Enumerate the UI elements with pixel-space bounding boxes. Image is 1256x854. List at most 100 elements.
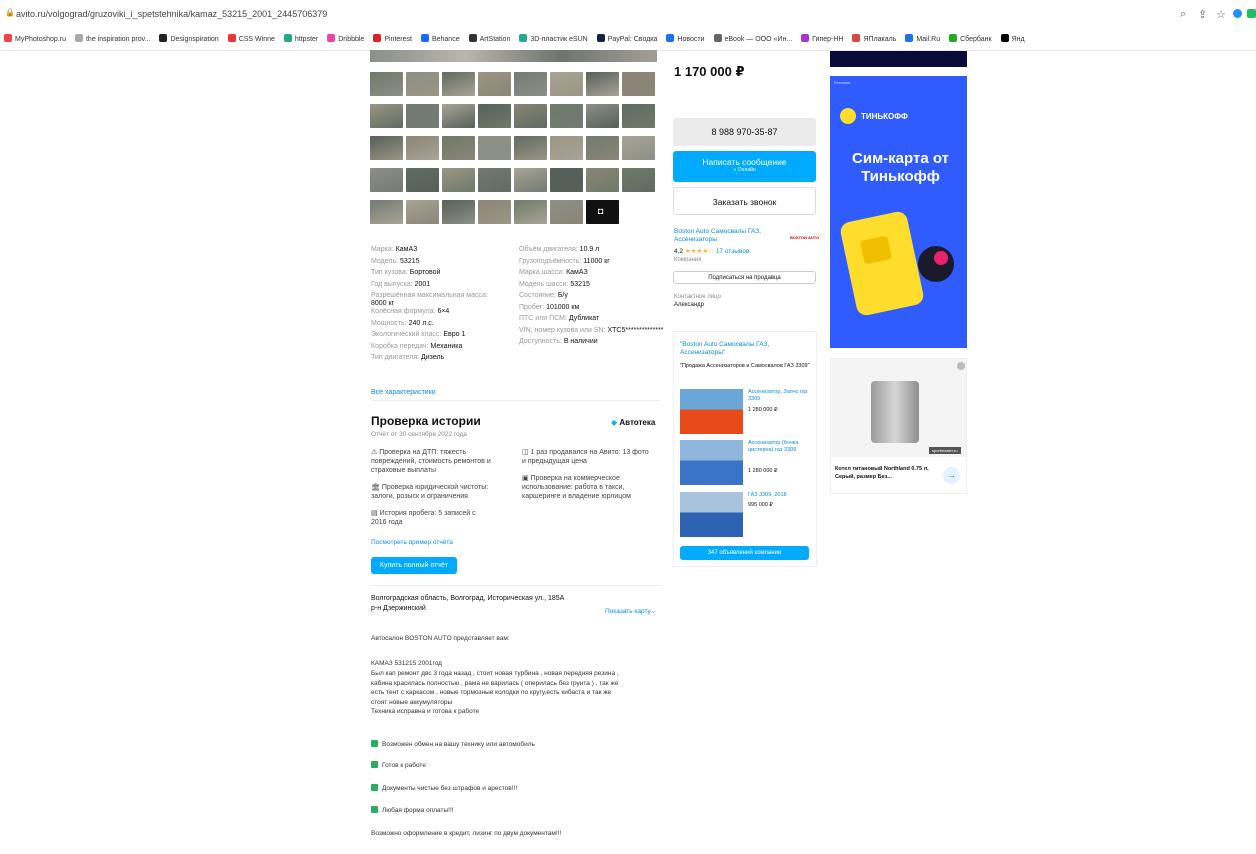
photo-thumbnail[interactable] (550, 104, 583, 128)
buy-report-button[interactable]: Купить полный отчёт (371, 557, 457, 574)
bookmark-item[interactable]: httpster (283, 30, 318, 50)
bookmark-item[interactable]: Новости (666, 30, 705, 50)
seller-ad-photo[interactable] (680, 440, 743, 485)
bookmark-item[interactable]: Pinterest (373, 30, 412, 50)
photo-thumbnail[interactable] (442, 72, 475, 96)
photo-thumbnail[interactable] (478, 72, 511, 96)
photo-thumbnail[interactable] (514, 136, 547, 160)
more-photos-button[interactable]: ◘ (586, 200, 619, 224)
photo-thumbnail[interactable] (514, 168, 547, 192)
subscribe-button[interactable]: Подписаться на продавца (673, 271, 816, 284)
photo-thumbnail[interactable] (370, 104, 403, 128)
photo-thumbnail[interactable] (550, 72, 583, 96)
extension-icon[interactable] (1233, 9, 1242, 18)
photo-thumbnail[interactable] (478, 200, 511, 224)
photo-thumbnail[interactable] (370, 168, 403, 192)
extension-icon[interactable] (1247, 9, 1256, 18)
seller-ad-title[interactable]: Ассенизатор, Запчс газ 3309 (748, 389, 810, 403)
order-call-button[interactable]: Заказать звонок (673, 187, 816, 215)
photo-thumbnail[interactable] (514, 200, 547, 224)
photo-thumbnail[interactable] (370, 136, 403, 160)
reviews-link[interactable]: 17 отзывов (716, 248, 750, 255)
bookmark-item[interactable]: PayPal: Сводка (596, 30, 657, 50)
bookmark-item[interactable]: Designspiration (159, 30, 219, 50)
photo-thumbnail[interactable] (406, 72, 439, 96)
bookmark-item[interactable]: the inspiration prov... (74, 30, 150, 50)
bookmark-label: MyPhotoshop.ru (15, 36, 66, 43)
photo-thumbnail[interactable] (514, 104, 547, 128)
photo-thumbnail[interactable] (370, 200, 403, 224)
bookmark-item[interactable]: Mail.Ru (905, 30, 940, 50)
photo-thumbnail[interactable] (442, 168, 475, 192)
photo-thumbnail[interactable] (622, 168, 655, 192)
photo-thumbnail[interactable] (478, 136, 511, 160)
ad-banner-top[interactable] (830, 51, 967, 67)
spec-value: 8000 кг (371, 300, 395, 307)
photo-thumbnail[interactable] (622, 72, 655, 96)
seller-ad-photo[interactable] (680, 389, 743, 434)
autoteka-logo: ◆ Автотека (611, 418, 655, 427)
bookmark-item[interactable]: ArtStation (468, 30, 510, 50)
bookmark-item[interactable]: ЯПлакаль (852, 30, 896, 50)
pot-icon (871, 381, 919, 443)
photo-thumbnail[interactable] (406, 168, 439, 192)
arrow-right-icon[interactable]: → (943, 467, 960, 484)
photo-thumbnail[interactable] (586, 72, 619, 96)
show-map-link[interactable]: Показать карту⌄ (605, 607, 656, 615)
bookmark-item[interactable]: Сбербанк (949, 30, 992, 50)
address-bar[interactable]: 🔒 avito.ru/volgograd/gruzoviki_i_spetste… (0, 0, 1256, 31)
bookmark-item[interactable]: Dribbble (327, 30, 364, 50)
photo-thumbnail[interactable] (514, 72, 547, 96)
tinkoff-ad[interactable]: Реклама ТИНЬКОФФ Сим-карта от Тинькофф (830, 76, 967, 348)
contact-label: Контактное лицо (674, 294, 721, 300)
photo-thumbnail[interactable] (550, 168, 583, 192)
photo-thumbnail[interactable] (622, 104, 655, 128)
bookmark-item[interactable]: MyPhotoshop.ru (4, 30, 66, 50)
bookmark-item[interactable]: eBook — ООО «Ин... (713, 30, 792, 50)
bookmark-item[interactable]: Behance (420, 30, 460, 50)
seller-ad-photo[interactable] (680, 492, 743, 537)
main-photo[interactable] (370, 50, 657, 62)
all-specs-link[interactable]: Все характеристики (371, 389, 436, 396)
phone-button[interactable]: 8 988 970-35-87 (673, 118, 816, 146)
example-report-link[interactable]: Посмотреть пример отчёта (371, 539, 453, 546)
photo-thumbnail[interactable] (370, 72, 403, 96)
bookmark-item[interactable]: Гипер-НН (801, 30, 843, 50)
photo-thumbnail[interactable] (586, 136, 619, 160)
photo-thumbnail[interactable] (406, 104, 439, 128)
seller-ads-title[interactable]: "Boston Auto Самосвалы ГАЗ, Ассенизаторы… (680, 341, 810, 357)
bookmark-item[interactable]: 3D-пластик eSUN (519, 30, 588, 50)
photo-thumbnail[interactable] (442, 136, 475, 160)
url-text[interactable]: avito.ru/volgograd/gruzoviki_i_spetstehn… (16, 9, 327, 19)
photo-thumbnail[interactable] (622, 136, 655, 160)
promo-site: sportmaster.ru (929, 447, 961, 454)
photo-thumbnail[interactable] (442, 104, 475, 128)
share-icon[interactable]: ⇪ (1198, 8, 1207, 21)
star-icon[interactable]: ☆ (1216, 8, 1226, 21)
promo-ad-card[interactable]: sportmaster.ru Котел титановый Northland… (830, 358, 967, 494)
write-message-button[interactable]: Написать сообщение ● Онлайн (673, 151, 816, 182)
seller-name-link[interactable]: Boston Auto Самосвалы ГАЗ, Ассенизаторы (674, 228, 784, 244)
seller-ad-title[interactable]: ГАЗ 3309, 2018 (748, 492, 810, 499)
spec-key: Колёсная формула: (371, 308, 436, 315)
photo-thumbnail[interactable] (586, 104, 619, 128)
photo-thumbnail[interactable] (478, 104, 511, 128)
photo-thumbnail[interactable] (442, 200, 475, 224)
bookmark-favicon-icon (159, 34, 168, 42)
photo-thumbnail[interactable] (406, 200, 439, 224)
photo-thumbnail[interactable] (478, 168, 511, 192)
photo-thumbnail[interactable] (550, 136, 583, 160)
seller-ad-title[interactable]: Ассенизатор (бочка цистерна) газ 3309 (748, 440, 810, 454)
info-icon[interactable] (957, 362, 965, 370)
bookmark-item[interactable]: Янд (1000, 30, 1025, 50)
search-icon[interactable]: ⌕ (1180, 8, 1186, 21)
spec-row: Грузоподъёмность: 11000 кг (519, 258, 610, 265)
photo-thumbnail[interactable] (586, 168, 619, 192)
all-company-ads-button[interactable]: 347 объявлений компании (680, 546, 809, 560)
bookmark-item[interactable]: CSS Winne (227, 30, 275, 50)
photo-thumbnail[interactable] (550, 200, 583, 224)
spec-value: 6×4 (437, 308, 450, 315)
spec-key: Марка шасси: (519, 269, 565, 276)
history-item: ⚠ Проверка на ДТП: тяжесть повреждений, … (371, 448, 491, 475)
photo-thumbnail[interactable] (406, 136, 439, 160)
